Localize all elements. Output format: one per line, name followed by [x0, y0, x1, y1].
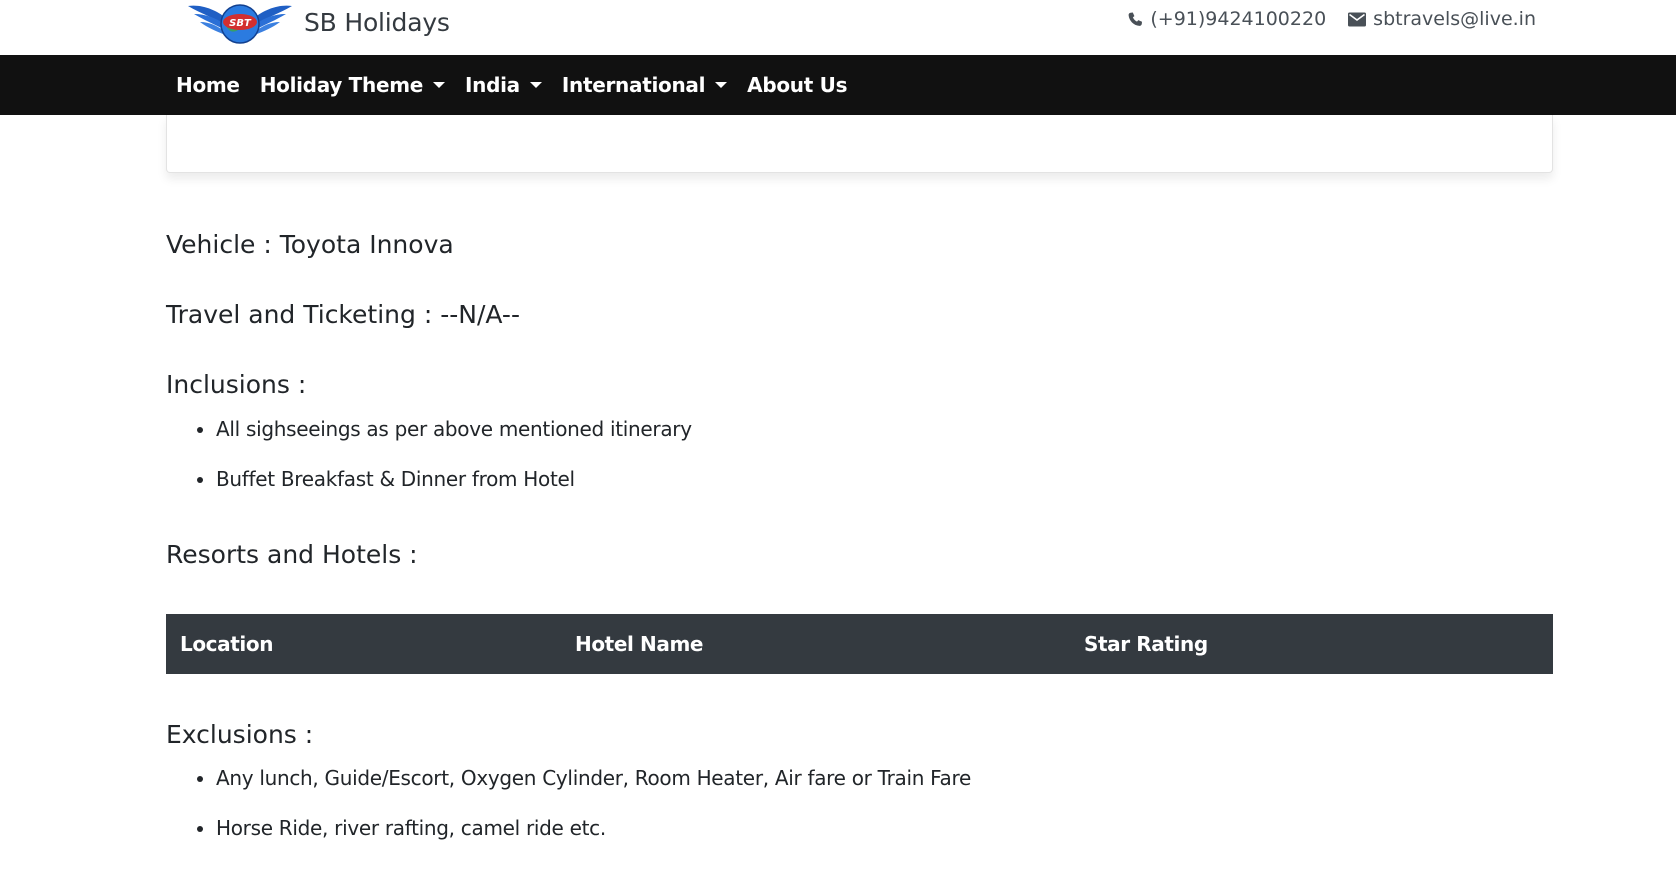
travel-ticketing-label: Travel and Ticketing : — [166, 300, 433, 329]
main-navbar: Home Holiday Theme India International A… — [0, 55, 1676, 115]
caret-down-icon — [529, 82, 542, 88]
email-contact[interactable]: sbtravels@live.in — [1348, 8, 1536, 30]
winged-globe-logo[interactable]: SBT — [184, 0, 296, 45]
itinerary-card-bottom — [166, 115, 1553, 173]
nav-item-india[interactable]: India — [455, 73, 552, 97]
nav-menu: Home Holiday Theme India International A… — [166, 55, 857, 115]
resorts-hotels-heading: Resorts and Hotels : — [166, 540, 418, 569]
nav-item-holiday-theme[interactable]: Holiday Theme — [250, 73, 455, 97]
phone-icon — [1128, 12, 1143, 26]
svg-text:SBT: SBT — [229, 18, 252, 29]
column-header-star-rating: Star Rating — [1084, 632, 1208, 656]
exclusions-list: Any lunch, Guide/Escort, Oxygen Cylinder… — [166, 763, 971, 863]
nav-label: International — [561, 73, 706, 97]
inclusions-heading: Inclusions : — [166, 370, 307, 399]
list-item: Buffet Breakfast & Dinner from Hotel — [216, 464, 692, 514]
nav-label: Home — [176, 73, 240, 97]
brand-name[interactable]: SB Holidays — [304, 8, 450, 37]
nav-label: About Us — [747, 73, 848, 97]
nav-label: India — [465, 73, 520, 97]
vehicle-row: Vehicle : Toyota Innova — [166, 230, 454, 259]
vehicle-value: Toyota Innova — [279, 230, 454, 259]
nav-item-international[interactable]: International — [552, 73, 737, 97]
vehicle-label: Vehicle : — [166, 230, 272, 259]
column-header-location: Location — [180, 632, 274, 656]
list-item: Any lunch, Guide/Escort, Oxygen Cylinder… — [216, 763, 971, 813]
travel-ticketing-row: Travel and Ticketing : --N/A-- — [166, 300, 520, 329]
brand[interactable]: SBT SB Holidays — [184, 0, 450, 45]
caret-down-icon — [433, 82, 446, 88]
site-header: SBT SB Holidays (+91)9424100220 sbtravel… — [0, 0, 1676, 55]
phone-number[interactable]: (+91)9424100220 — [1150, 8, 1326, 30]
nav-label: Holiday Theme — [259, 73, 424, 97]
travel-ticketing-value: --N/A-- — [440, 300, 520, 329]
list-item: Horse Ride, river rafting, camel ride et… — [216, 813, 971, 863]
list-item: All sighseeings as per above mentioned i… — [216, 414, 692, 464]
envelope-icon — [1348, 12, 1367, 26]
phone-contact[interactable]: (+91)9424100220 — [1127, 8, 1326, 30]
email-address[interactable]: sbtravels@live.in — [1373, 8, 1536, 30]
column-header-hotel-name: Hotel Name — [575, 632, 704, 656]
caret-down-icon — [715, 82, 728, 88]
table-header-row: Location Hotel Name Star Rating — [166, 614, 1553, 674]
hotels-table: Location Hotel Name Star Rating — [166, 614, 1553, 674]
inclusions-list: All sighseeings as per above mentioned i… — [166, 414, 692, 514]
exclusions-heading: Exclusions : — [166, 720, 314, 749]
nav-item-about-us[interactable]: About Us — [737, 73, 857, 97]
nav-item-home[interactable]: Home — [166, 73, 250, 97]
contact-info: (+91)9424100220 sbtravels@live.in — [1105, 8, 1536, 30]
